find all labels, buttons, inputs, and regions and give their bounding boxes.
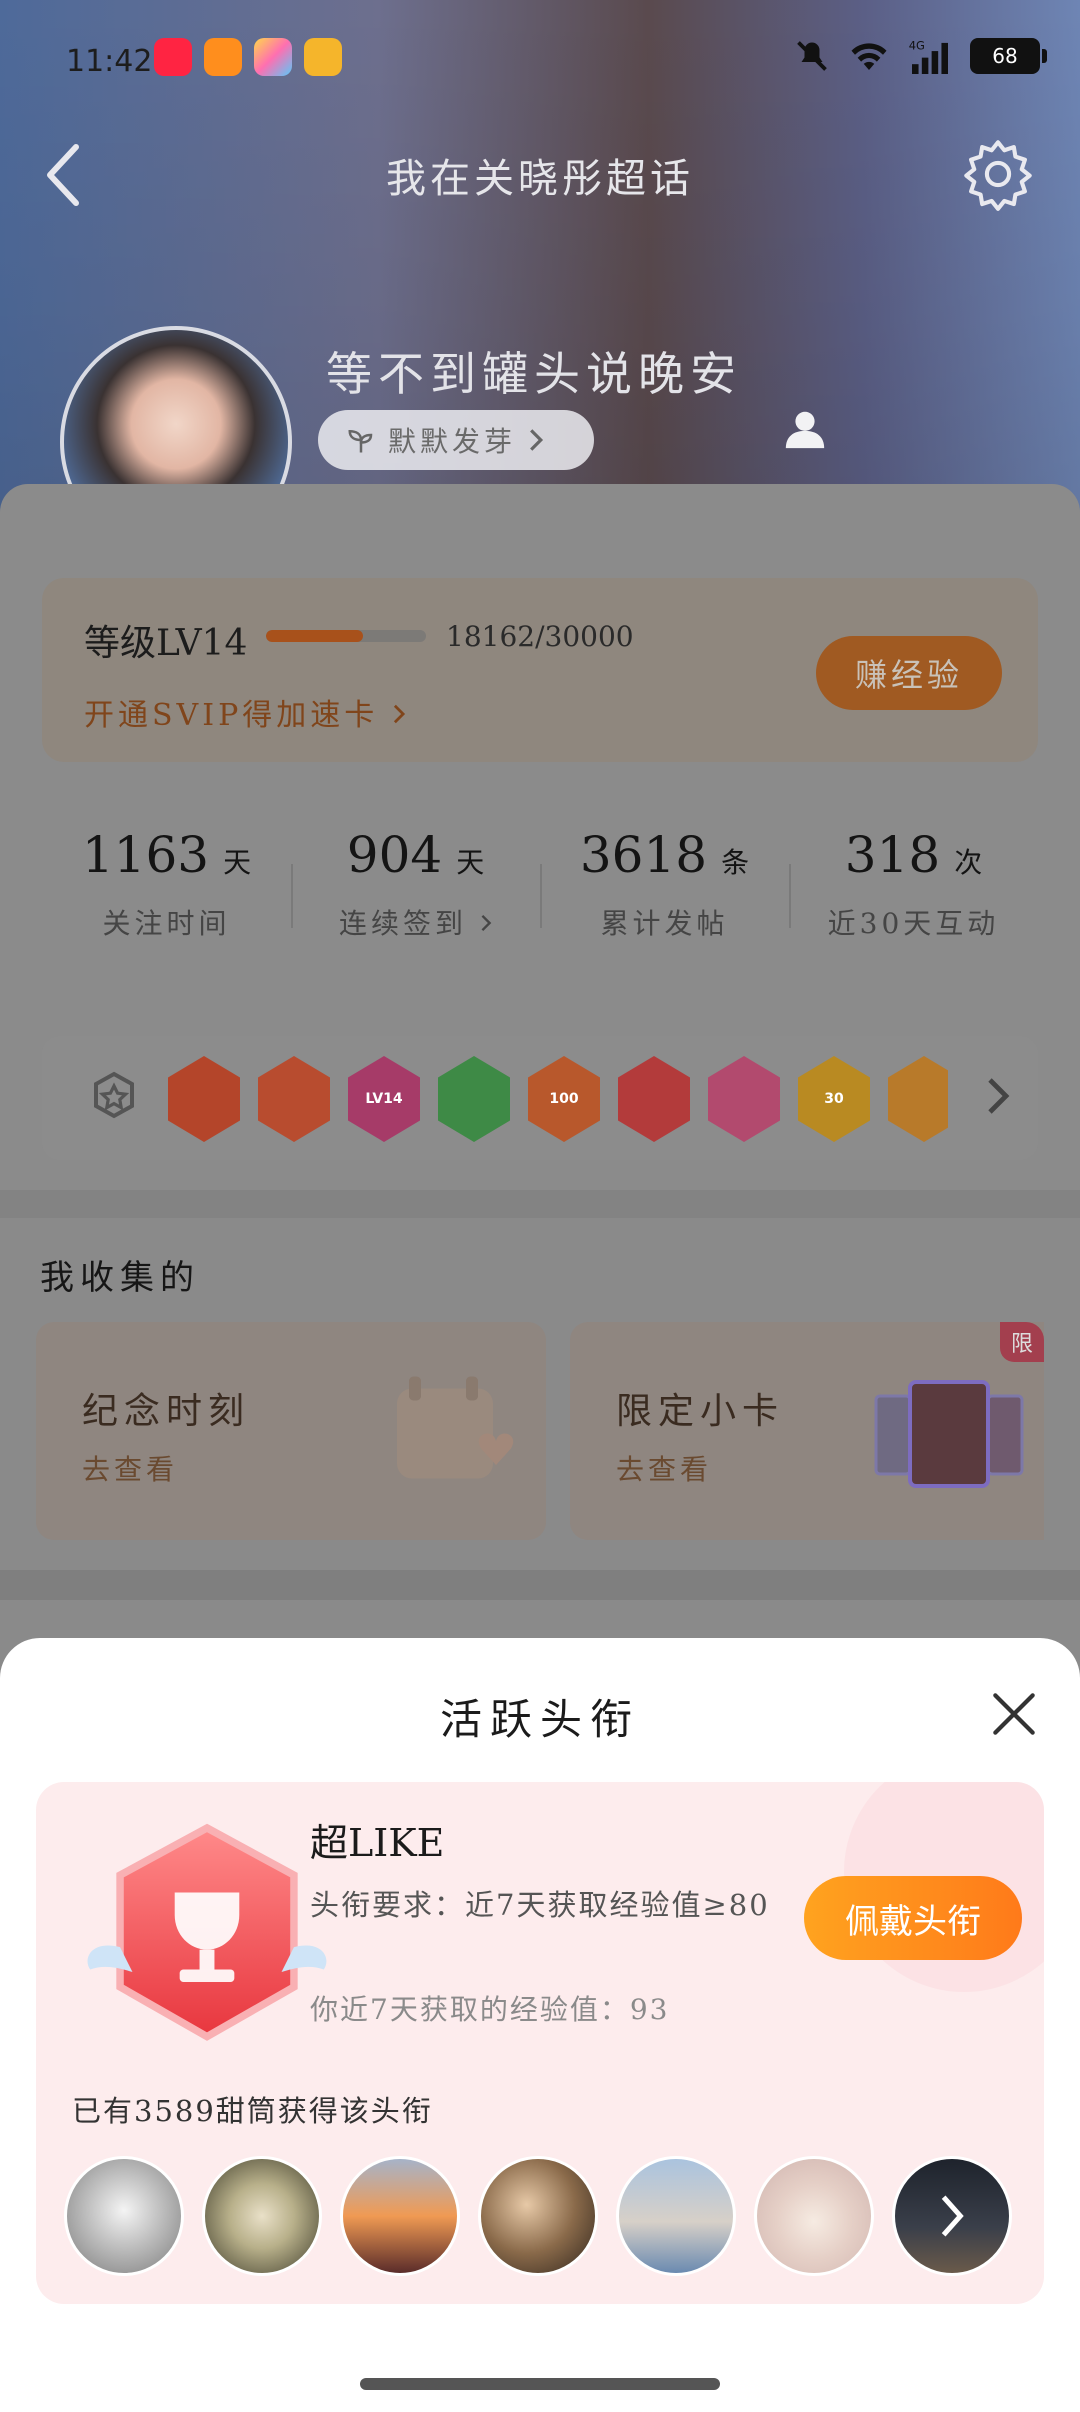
calendar-heart-icon [397,1376,514,1479]
tag-chip[interactable]: 默默发芽 [318,410,594,470]
collection-title: 我收集的 [40,1258,200,1298]
close-icon [993,1693,1035,1735]
stat-value: 318 次 [844,826,983,884]
username: 等不到罐头说晚安 [326,347,742,401]
badge-list: LV14 100 30 [168,1050,948,1150]
tile-title: 纪念时刻 [82,1391,251,1432]
owners-count-text: 已有3589甜筒获得该头衔 [72,2094,433,2128]
svg-text:4G: 4G [909,38,925,52]
home-indicator[interactable] [360,2378,720,2390]
status-indicators: 4G 68 [794,38,1047,74]
100-days-badge: 100 [528,1056,600,1142]
svip-link[interactable]: 开通SVIP得加速卡 [84,690,406,734]
user-icon[interactable] [782,406,828,452]
tile-link: 去查看 [82,1453,179,1486]
stats-row: 1163 天 关注时间 904 天 连续签到 3618 条 累计发帖 318 次 近30… [42,794,1038,974]
page-title: 我在关晓彤超话 [386,156,694,202]
lv14-badge: LV14 [348,1056,420,1142]
stat-label: 连续签到 [291,902,540,942]
photos-app-icon [254,38,292,76]
status-bar: 11:42 4G 68 [0,30,1080,94]
svip-link-label: 开通SVIP得加速卡 [84,698,379,733]
partial-badge [888,1056,948,1142]
stat-label: 累计发帖 [600,907,729,940]
level-progress-bar [266,630,426,642]
mute-bell-icon [797,41,827,71]
owner-avatar[interactable] [616,2156,736,2276]
honor-name: 超LIKE [310,1821,445,1865]
status-time: 11:42 [66,44,153,79]
chevron-right-icon [988,1078,1010,1114]
stat-label: 近30天互动 [827,907,1000,940]
sheet-title: 活跃头衔 [439,1695,640,1744]
owner-avatar[interactable] [340,2156,460,2276]
chevron-right-icon [530,429,544,451]
30-days-badge: 30 [798,1056,870,1142]
honor-card: 超LIKE 头衔要求：近7天获取经验值≥80 你近7天获取的经验值：93 佩戴头… [36,1782,1044,2304]
chevron-right-icon [481,914,492,932]
owner-avatar[interactable] [202,2156,322,2276]
stat-value: 3618 条 [579,826,750,884]
wifi-icon [851,43,887,70]
stat-posts: 3618 条 累计发帖 [540,794,789,974]
limited-cards-tile[interactable]: 限定小卡 去查看 限 [570,1322,1044,1540]
more-owners-button[interactable] [892,2156,1012,2276]
section-divider [0,1570,1080,1600]
trophy-wings-icon [87,1823,327,2041]
meituan-icon [204,38,242,76]
wear-title-button[interactable]: 佩戴头衔 [804,1876,1022,1960]
stat-follow-time: 1163 天 关注时间 [42,794,291,974]
level-progress-text: 18162/30000 [446,620,634,653]
honor-requirement: 头衔要求：近7天获取经验值≥80 [310,1888,770,1922]
owner-avatar[interactable] [64,2156,184,2276]
level-progress-fill [266,630,363,642]
stat-value: 1163 天 [81,826,252,884]
photo-cards-icon [874,1380,1024,1488]
hand-badge [438,1056,510,1142]
tile-title: 限定小卡 [616,1391,785,1432]
tile-link: 去查看 [616,1453,713,1486]
earn-exp-button[interactable]: 赚经验 [816,636,1002,710]
weibo-icon [304,38,342,76]
cellular-signal-icon: 4G [909,38,948,74]
badges-row[interactable]: LV14 100 30 [42,1036,1038,1160]
xiaohongshu-icon [154,38,192,76]
memorial-moments-tile[interactable]: 纪念时刻 去查看 [36,1322,546,1540]
owner-avatar[interactable] [478,2156,598,2276]
close-button[interactable] [986,1686,1042,1742]
owner-avatar[interactable] [754,2156,874,2276]
limited-tag: 限 [1000,1322,1044,1362]
cat-badge [168,1056,240,1142]
chevron-right-icon [393,704,405,724]
cat-face-badge [258,1056,330,1142]
stat-interactions: 318 次 近30天互动 [789,794,1038,974]
stat-value: 904 天 [346,826,485,884]
section-divider [0,1190,1080,1218]
sprout-icon [348,429,373,453]
chevron-right-icon [941,2195,964,2237]
tag-label: 默默发芽 [388,425,517,458]
gear-icon [964,140,1032,211]
battery-indicator: 68 [970,38,1047,74]
my-exp-text: 你近7天获取的经验值：93 [310,1993,670,2026]
owners-avatars [64,2156,1012,2276]
stat-checkin[interactable]: 904 天 连续签到 [291,794,540,974]
trophy-badge [618,1056,690,1142]
cap-badge [708,1056,780,1142]
stat-label: 关注时间 [102,907,231,940]
level-label: 等级LV14 [84,623,248,664]
settings-button[interactable] [960,136,1036,212]
notification-app-icons [154,38,342,76]
badge-slot-icon [94,1071,134,1119]
